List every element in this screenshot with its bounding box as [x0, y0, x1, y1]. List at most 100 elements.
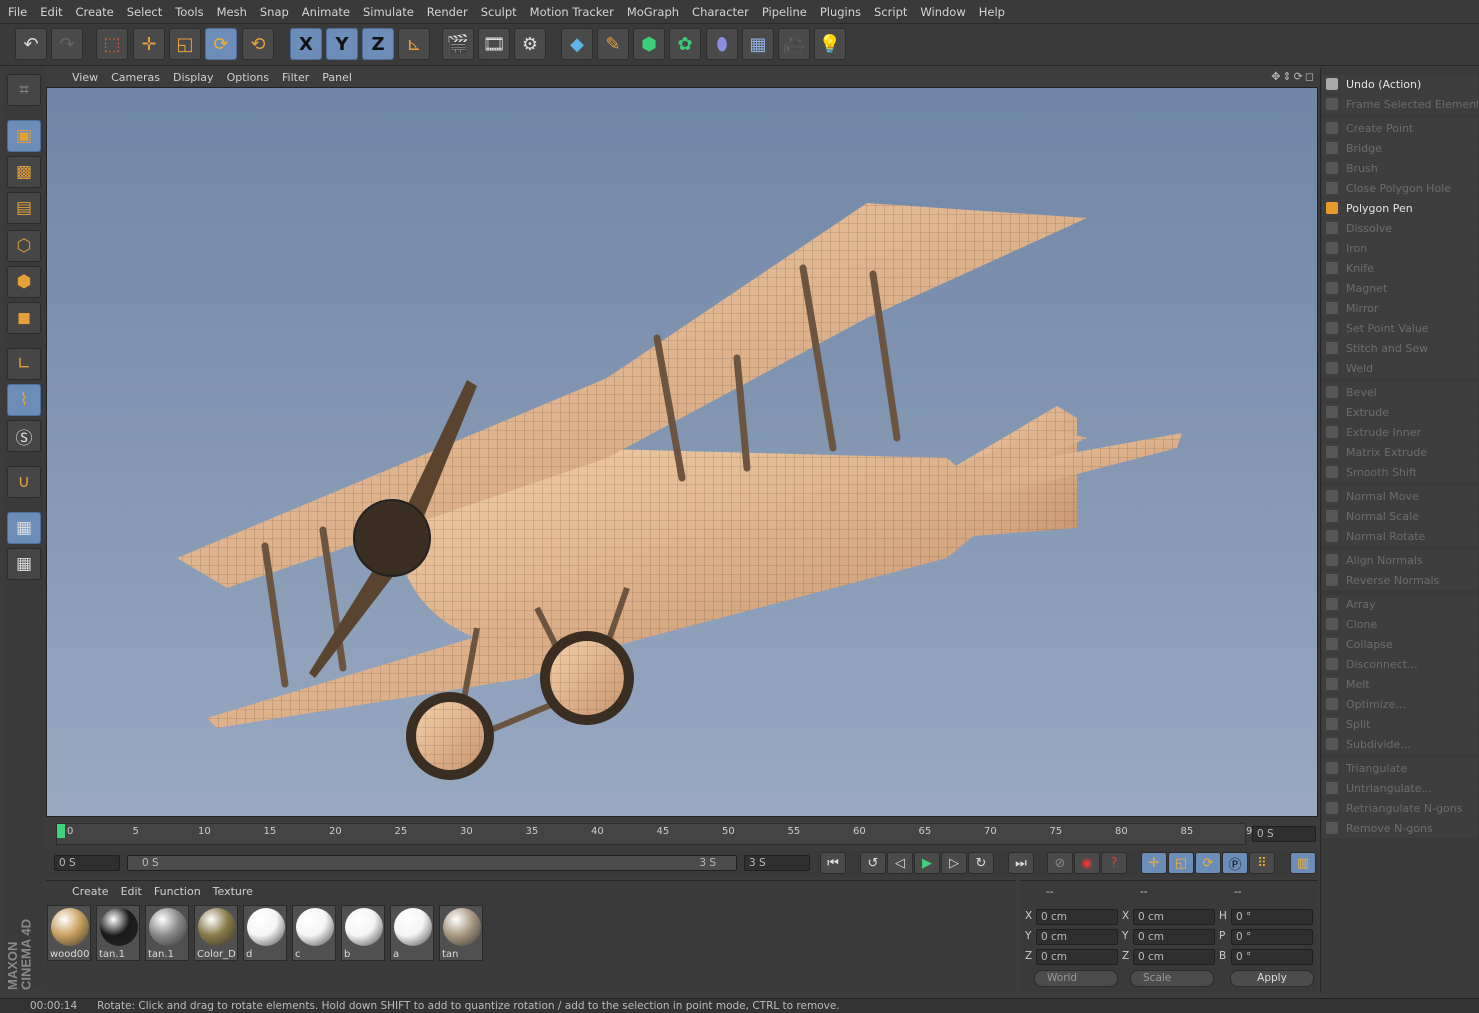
command-polygon-pen[interactable]: Polygon Pen	[1322, 199, 1478, 218]
start-frame-field[interactable]: 0 S	[54, 855, 120, 871]
planar-workplane-button[interactable]: ▦	[7, 548, 41, 580]
rotate-tool-button[interactable]: ⟳	[205, 28, 237, 60]
command-mirror[interactable]: Mirror	[1322, 299, 1478, 318]
timeline-window-button[interactable]: ▥	[1290, 852, 1316, 874]
viewport-nav-icons[interactable]: ✥⇕⟳◻	[1271, 70, 1316, 83]
next-key-button[interactable]: ↻	[968, 852, 994, 874]
command-matrix-extrude[interactable]: Matrix Extrude	[1322, 443, 1478, 462]
material-menu-create[interactable]: Create	[72, 885, 109, 898]
viewport-menu-panel[interactable]: Panel	[322, 71, 352, 84]
command-remove-n-gons[interactable]: Remove N-gons	[1322, 819, 1478, 838]
go-to-start-button[interactable]: ⏮	[820, 852, 846, 874]
autokey-button[interactable]: ◉	[1074, 852, 1100, 874]
texture-mode-button[interactable]: ▩	[7, 156, 41, 188]
viewport-menu-options[interactable]: Options	[227, 71, 269, 84]
material-swatch[interactable]: tan	[439, 905, 483, 961]
render-picture-viewer-button[interactable]: 🎞	[478, 28, 510, 60]
rotation-field[interactable]: 0 °	[1231, 909, 1313, 925]
menu-character[interactable]: Character	[692, 5, 749, 19]
command-iron[interactable]: Iron	[1322, 239, 1478, 258]
3d-viewport[interactable]	[46, 87, 1318, 817]
command-weld[interactable]: Weld	[1322, 359, 1478, 378]
command-extrude[interactable]: Extrude	[1322, 403, 1478, 422]
enable-axis-button[interactable]: ∟	[7, 348, 41, 380]
subdivision-surface-button[interactable]: ⬢	[633, 28, 665, 60]
command-optimize[interactable]: Optimize...	[1322, 695, 1478, 714]
command-undo-action[interactable]: Undo (Action)	[1322, 75, 1478, 94]
floor-button[interactable]: ▦	[742, 28, 774, 60]
camera-button[interactable]: 🎥	[778, 28, 810, 60]
command-triangulate[interactable]: Triangulate	[1322, 759, 1478, 778]
scale-tool-button[interactable]: ◱	[169, 28, 201, 60]
material-swatch[interactable]: tan.1	[96, 905, 140, 961]
rotation-field[interactable]: 0 °	[1231, 949, 1313, 965]
snap-button[interactable]: Ⓢ	[7, 420, 41, 452]
axis-y-lock-button[interactable]: Y	[326, 28, 358, 60]
command-frame-selected-elements[interactable]: Frame Selected Elements	[1322, 95, 1478, 114]
position-field[interactable]: 0 cm	[1036, 929, 1118, 945]
material-swatch[interactable]: Color_D	[194, 905, 238, 961]
menu-select[interactable]: Select	[127, 5, 162, 19]
menu-motion-tracker[interactable]: Motion Tracker	[530, 5, 614, 19]
menu-pipeline[interactable]: Pipeline	[762, 5, 807, 19]
size-field[interactable]: 0 cm	[1133, 929, 1215, 945]
menu-render[interactable]: Render	[427, 5, 468, 19]
previous-frame-button[interactable]: ◁	[887, 852, 913, 874]
redo-button[interactable]: ↷	[51, 28, 83, 60]
edges-mode-button[interactable]: ⬢	[7, 266, 41, 298]
position-key-button[interactable]: ✛	[1141, 852, 1167, 874]
tweak-mode-button[interactable]: ⌇	[7, 384, 41, 416]
position-field[interactable]: 0 cm	[1036, 949, 1118, 965]
command-align-normals[interactable]: Align Normals	[1322, 551, 1478, 570]
keyframe-selection-button[interactable]: ?	[1101, 852, 1127, 874]
command-extrude-inner[interactable]: Extrude Inner	[1322, 423, 1478, 442]
current-frame-field[interactable]: 0 S	[1252, 826, 1316, 842]
material-menu-edit[interactable]: Edit	[121, 885, 142, 898]
render-view-button[interactable]: 🎬	[442, 28, 474, 60]
material-menu-texture[interactable]: Texture	[213, 885, 253, 898]
menu-create[interactable]: Create	[76, 5, 114, 19]
cube-object-button[interactable]: ◆	[561, 28, 593, 60]
position-field[interactable]: 0 cm	[1036, 909, 1118, 925]
menu-file[interactable]: File	[8, 5, 27, 19]
dolly-view-icon[interactable]: ⇕	[1282, 70, 1293, 83]
menu-help[interactable]: Help	[979, 5, 1005, 19]
polygons-mode-button[interactable]: ◼	[7, 302, 41, 334]
command-split[interactable]: Split	[1322, 715, 1478, 734]
command-brush[interactable]: Brush	[1322, 159, 1478, 178]
rotation-field[interactable]: 0 °	[1231, 929, 1313, 945]
menu-edit[interactable]: Edit	[40, 5, 62, 19]
command-set-point-value[interactable]: Set Point Value	[1322, 319, 1478, 338]
material-swatch[interactable]: a	[390, 905, 434, 961]
axis-z-lock-button[interactable]: Z	[362, 28, 394, 60]
light-button[interactable]: 💡	[814, 28, 846, 60]
playhead[interactable]	[57, 824, 65, 838]
command-reverse-normals[interactable]: Reverse Normals	[1322, 571, 1478, 590]
material-swatch[interactable]: c	[292, 905, 336, 961]
points-mode-button[interactable]: ⬡	[7, 230, 41, 262]
command-normal-move[interactable]: Normal Move	[1322, 487, 1478, 506]
move-view-icon[interactable]: ✥	[1271, 70, 1282, 83]
command-normal-rotate[interactable]: Normal Rotate	[1322, 527, 1478, 546]
coordinate-system-button[interactable]: ⊾	[398, 28, 430, 60]
size-field[interactable]: 0 cm	[1133, 949, 1215, 965]
range-slider[interactable]: 0 S 3 S	[127, 855, 737, 871]
command-retriangulate-n-gons[interactable]: Retriangulate N-gons	[1322, 799, 1478, 818]
go-to-end-button[interactable]: ⏭	[1008, 852, 1034, 874]
command-knife[interactable]: Knife	[1322, 259, 1478, 278]
material-swatch[interactable]: wood00	[47, 905, 91, 961]
undo-button[interactable]: ↶	[15, 28, 47, 60]
axis-x-lock-button[interactable]: X	[290, 28, 322, 60]
apply-button[interactable]: Apply	[1230, 970, 1314, 987]
viewport-menu-display[interactable]: Display	[173, 71, 214, 84]
live-selection-button[interactable]: ⬚	[96, 28, 128, 60]
menu-plugins[interactable]: Plugins	[820, 5, 861, 19]
world-select[interactable]: World	[1034, 970, 1118, 987]
parameter-key-button[interactable]: Ⓟ	[1222, 852, 1248, 874]
menu-sculpt[interactable]: Sculpt	[481, 5, 517, 19]
command-array[interactable]: Array	[1322, 595, 1478, 614]
toggle-view-icon[interactable]: ◻	[1305, 70, 1316, 83]
menu-script[interactable]: Script	[874, 5, 907, 19]
menu-simulate[interactable]: Simulate	[363, 5, 414, 19]
cloner-button[interactable]: ✿	[669, 28, 701, 60]
